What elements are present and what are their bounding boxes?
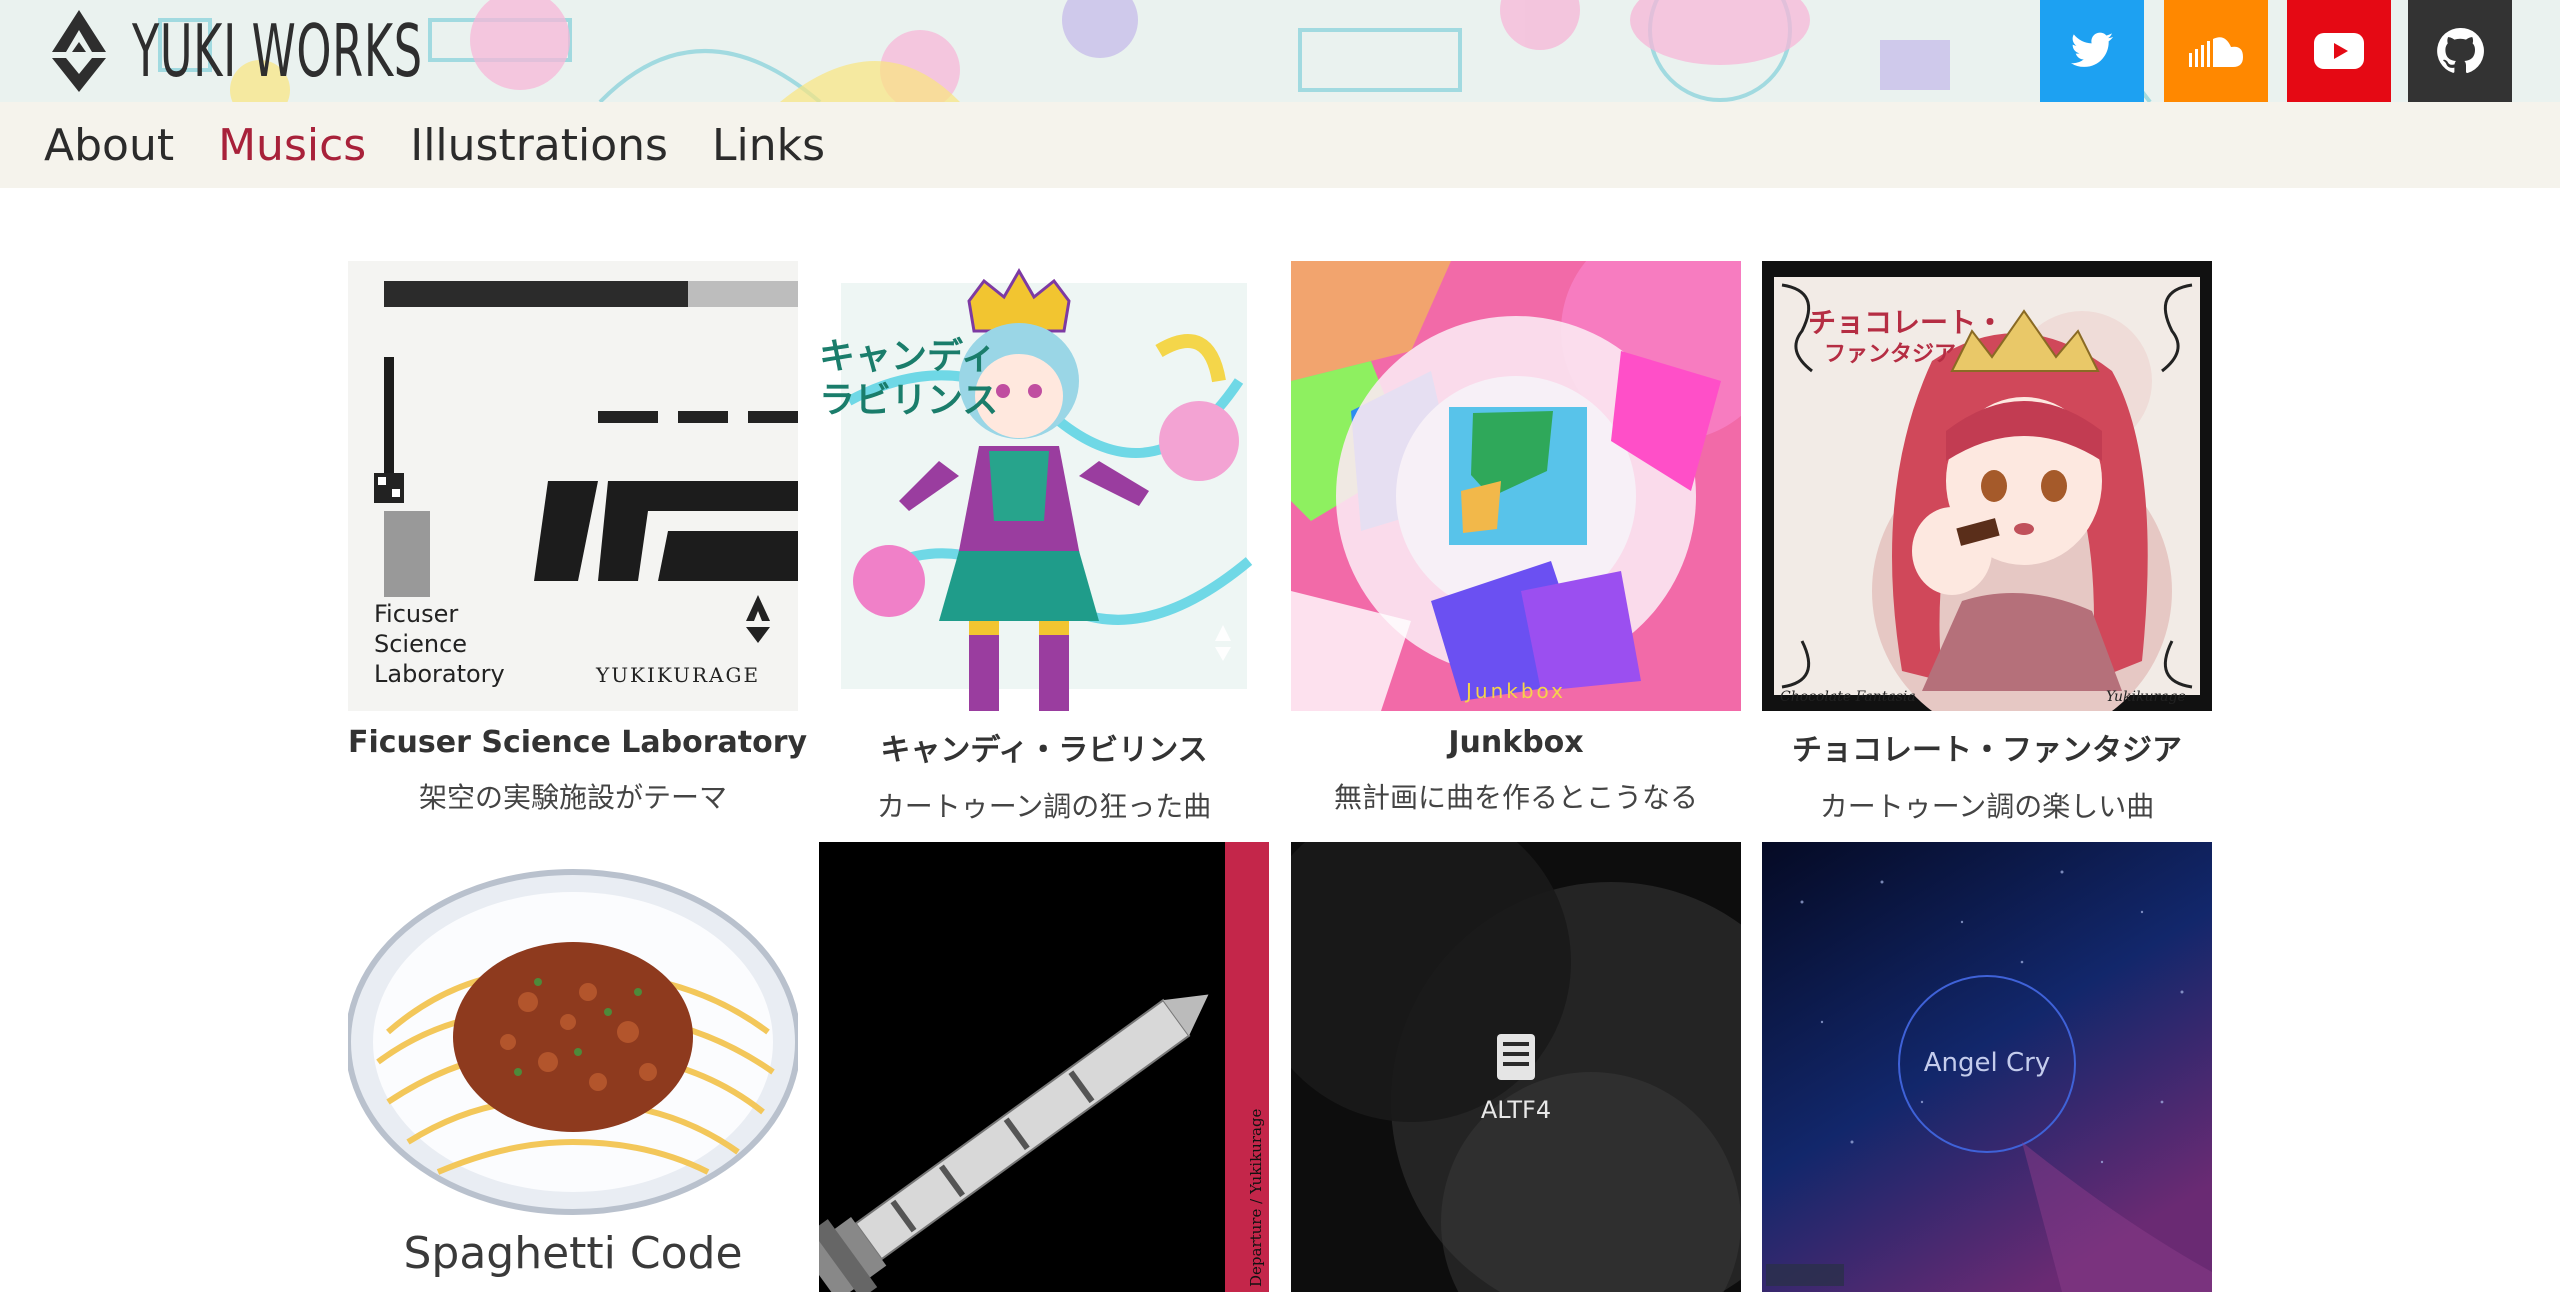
candy-labyrinth-cover-text: キャンディ ラビリンス <box>819 335 998 423</box>
logo-mark-icon <box>52 10 106 92</box>
work-card-departure[interactable]: Departure / Yukikurage <box>819 842 1269 1308</box>
work-title[interactable]: キャンディ・ラビリンス <box>819 725 1269 769</box>
nav-illustrations[interactable]: Illustrations <box>410 120 668 171</box>
header-banner: YUKI WORKS <box>0 0 2560 102</box>
album-cover-angel-cry[interactable]: Angel Cry <box>1762 842 2212 1292</box>
work-card-ficuser[interactable]: Ficuser Science Laboratory YUKIKURAGE Fi… <box>348 261 807 816</box>
album-cover-altf4[interactable]: ALTF4 <box>1291 842 1741 1292</box>
angel-cry-cover-text: Angel Cry <box>1923 1048 2051 1078</box>
ficuser-cover-text: Ficuser Science Laboratory <box>374 599 505 689</box>
chocolate-fantasia-cover-subtitle: Chocolate Fantasia <box>1780 689 1916 705</box>
work-description: カートゥーン調の楽しい曲 <box>1819 790 2155 823</box>
album-cover-ficuser[interactable]: Ficuser Science Laboratory YUKIKURAGE <box>348 261 798 711</box>
main-nav: About Musics Illustrations Links <box>0 102 2560 188</box>
work-card-chocolate-fantasia[interactable]: チョコレート・ ファンタジア Chocolate Fantasia Yukiku… <box>1762 261 2212 825</box>
work-description: 架空の実験施設がテーマ <box>418 781 727 814</box>
nav-about[interactable]: About <box>44 120 174 171</box>
junkbox-cover-art <box>1291 261 1741 711</box>
spaghetti-code-cover-art <box>348 842 798 1292</box>
soundcloud-icon <box>2189 37 2243 67</box>
youtube-button[interactable] <box>2287 0 2391 102</box>
work-card-candy-labyrinth[interactable]: キャンディ ラビリンス キャンディ・ラビリンス カートゥーン調の狂った曲 <box>819 261 1269 825</box>
work-card-altf4[interactable]: ALTF4 <box>1291 842 1741 1308</box>
album-cover-departure[interactable]: Departure / Yukikurage <box>819 842 1269 1292</box>
chocolate-fantasia-cover-line-1: チョコレート・ <box>1808 306 2005 339</box>
work-card-spaghetti-code[interactable]: Spaghetti Code <box>348 842 798 1308</box>
twitter-button[interactable] <box>2040 0 2144 102</box>
ficuser-cover-line-2: Science <box>374 630 468 658</box>
junkbox-cover-text: Junkbox <box>1466 679 1566 703</box>
chocolate-fantasia-cover-title: チョコレート・ ファンタジア <box>1808 307 2004 371</box>
chocolate-fantasia-cover-line-2: ファンタジア <box>1824 342 1957 367</box>
spaghetti-code-cover-text: Spaghetti Code <box>403 1228 743 1279</box>
altf4-cover-art <box>1291 842 1741 1292</box>
work-title[interactable]: Junkbox <box>1291 725 1741 760</box>
github-icon <box>2437 27 2484 74</box>
site-logo[interactable]: YUKI WORKS <box>46 6 601 96</box>
chocolate-fantasia-cover-signature: Yukikurage <box>2106 689 2186 705</box>
site-title: YUKI WORKS <box>132 9 423 93</box>
work-card-junkbox[interactable]: Junkbox Junkbox 無計画に曲を作るとこうなる <box>1291 261 1741 816</box>
youtube-icon <box>2314 33 2364 69</box>
altf4-cover-text: ALTF4 <box>1480 1096 1552 1124</box>
nav-links[interactable]: Links <box>712 120 825 171</box>
work-description: 無計画に曲を作るとこうなる <box>1333 781 1698 814</box>
twitter-icon <box>2070 32 2114 67</box>
work-description: カートゥーン調の狂った曲 <box>876 790 1212 823</box>
ficuser-cover-line-3: Laboratory <box>374 660 505 688</box>
work-title[interactable]: Ficuser Science Laboratory <box>348 725 807 760</box>
album-cover-chocolate-fantasia[interactable]: チョコレート・ ファンタジア Chocolate Fantasia Yukiku… <box>1762 261 2212 711</box>
departure-cover-text: Departure / Yukikurage <box>1247 1108 1265 1287</box>
album-cover-junkbox[interactable]: Junkbox <box>1291 261 1741 711</box>
departure-cover-art <box>819 842 1269 1292</box>
ficuser-cover-line-1: Ficuser <box>374 600 459 628</box>
nav-musics[interactable]: Musics <box>218 120 366 171</box>
soundcloud-button[interactable] <box>2164 0 2268 102</box>
ficuser-cover-brand: YUKIKURAGE <box>596 663 761 687</box>
work-title[interactable]: チョコレート・ファンタジア <box>1762 725 2212 769</box>
album-cover-spaghetti-code[interactable]: Spaghetti Code <box>348 842 798 1292</box>
album-cover-candy-labyrinth[interactable]: キャンディ ラビリンス <box>819 261 1269 711</box>
candy-labyrinth-cover-art <box>819 261 1269 711</box>
work-card-angel-cry[interactable]: Angel Cry <box>1762 842 2212 1308</box>
candy-labyrinth-cover-line-1: キャンディ <box>819 336 997 377</box>
github-button[interactable] <box>2408 0 2512 102</box>
candy-labyrinth-cover-line-2: ラビリンス <box>819 380 999 421</box>
